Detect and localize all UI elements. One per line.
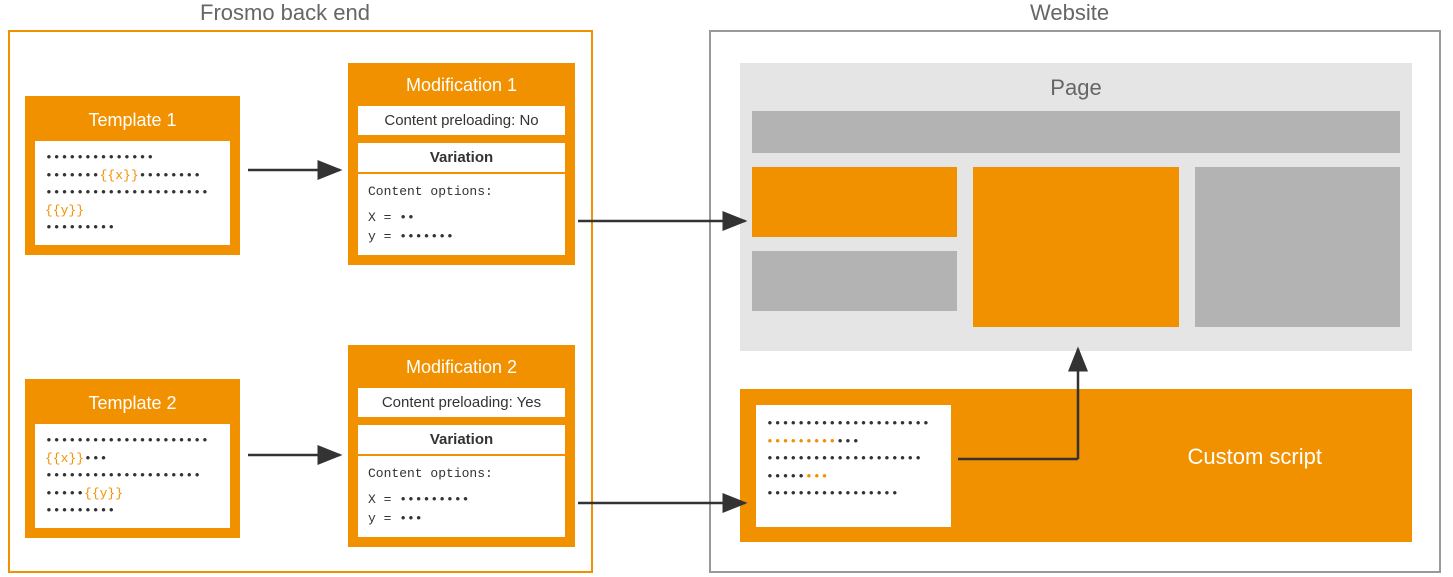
custom-script: ••••••••••••••••••••• •••••••••••• •••••… — [740, 389, 1412, 542]
modification-2-title: Modification 2 — [358, 355, 565, 388]
modification-1-preloading: Content preloading: No — [358, 106, 565, 135]
page-slot-2 — [752, 251, 957, 311]
template-2: Template 2 ••••••••••••••••••••• {{x}}••… — [25, 379, 240, 538]
custom-script-title: Custom script — [1188, 444, 1322, 470]
template-1-title: Template 1 — [35, 106, 230, 141]
custom-script-output: ••••••••••••••••••••• •••••••••••• •••••… — [756, 405, 951, 527]
modification-2-preloading: Content preloading: Yes — [358, 388, 565, 417]
modification-2-options: Content options: X = ••••••••• y = ••• — [358, 454, 565, 537]
page-slot-3 — [973, 167, 1178, 327]
page-title: Page — [752, 75, 1400, 101]
page-banner — [752, 111, 1400, 153]
page-slot-1 — [752, 167, 957, 237]
template-1: Template 1 •••••••••••••• •••••••{{x}}••… — [25, 96, 240, 255]
page-mock: Page — [740, 63, 1412, 351]
template-2-code: ••••••••••••••••••••• {{x}}••• •••••••••… — [35, 424, 230, 528]
modification-1-options: Content options: X = •• y = ••••••• — [358, 172, 565, 255]
modification-1-variation: Variation — [358, 143, 565, 172]
page-slot-4 — [1195, 167, 1400, 327]
template-1-code: •••••••••••••• •••••••{{x}}•••••••• ••••… — [35, 141, 230, 245]
website-title: Website — [1030, 0, 1109, 26]
template-2-title: Template 2 — [35, 389, 230, 424]
modification-2-variation: Variation — [358, 425, 565, 454]
modification-1: Modification 1 Content preloading: No Va… — [348, 63, 575, 265]
modification-2: Modification 2 Content preloading: Yes V… — [348, 345, 575, 547]
backend-title: Frosmo back end — [200, 0, 370, 26]
modification-1-title: Modification 1 — [358, 73, 565, 106]
